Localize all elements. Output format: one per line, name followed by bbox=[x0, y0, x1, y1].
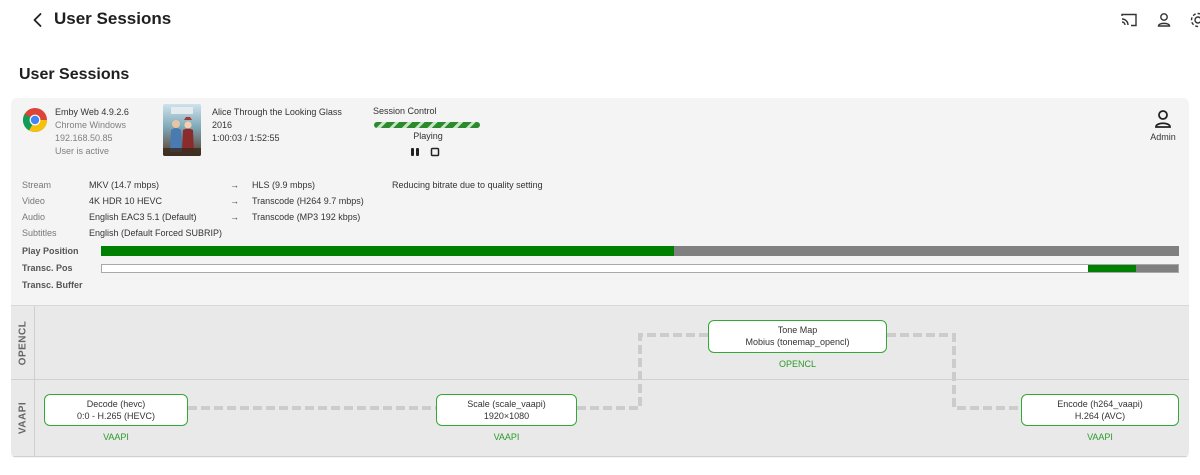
info-note: Reducing bitrate due to quality setting bbox=[392, 180, 543, 190]
media-title[interactable]: Alice Through the Looking Glass bbox=[212, 106, 342, 119]
info-source: MKV (14.7 mbps) bbox=[89, 180, 160, 190]
cast-icon[interactable] bbox=[1120, 11, 1138, 29]
arrow-right-icon: → bbox=[230, 212, 239, 222]
info-key: Audio bbox=[22, 212, 46, 222]
play-position-label: Play Position bbox=[22, 246, 79, 256]
node-title: Encode (h264_vaapi) bbox=[1057, 399, 1143, 409]
client-status: User is active bbox=[55, 146, 110, 156]
client-device: Chrome Windows bbox=[55, 120, 127, 130]
info-key: Subtitles bbox=[22, 228, 57, 238]
client-info: Emby Web 4.9.2.6 Chrome Windows 192.168.… bbox=[55, 106, 129, 158]
node-title: Tone Map bbox=[777, 325, 818, 335]
node-tag: VAAPI bbox=[103, 432, 129, 442]
info-key: Stream bbox=[22, 180, 52, 190]
node-detail: 0:0 - H.265 (HEVC) bbox=[76, 411, 156, 421]
user-name: Admin bbox=[1150, 132, 1176, 142]
info-source: English (Default Forced SUBRIP) bbox=[89, 228, 223, 238]
playback-state: Playing bbox=[413, 131, 443, 141]
back-arrow-icon[interactable] bbox=[28, 10, 48, 30]
pipeline-node-decode[interactable]: Decode (hevc) 0:0 - H.265 (HEVC) bbox=[44, 394, 188, 426]
play-position-bar[interactable] bbox=[101, 246, 1179, 256]
transcode-buffer-label: Transc. Buffer bbox=[22, 280, 83, 290]
node-title: Decode (hevc) bbox=[86, 399, 146, 409]
media-info: Alice Through the Looking Glass 2016 1:0… bbox=[212, 106, 342, 145]
node-title: Scale (scale_vaapi) bbox=[467, 399, 546, 409]
transcode-buffer-fill bbox=[1087, 265, 1137, 272]
info-target: Transcode (H264 9.7 mbps) bbox=[252, 196, 364, 206]
client-app: Emby Web 4.9.2.6 bbox=[55, 107, 129, 117]
arrow-right-icon: → bbox=[230, 196, 239, 206]
node-detail: H.264 (AVC) bbox=[1074, 411, 1126, 421]
media-poster[interactable] bbox=[163, 104, 201, 156]
session-control: Session Control Playing bbox=[373, 106, 483, 157]
info-target: Transcode (MP3 192 kbps) bbox=[252, 212, 361, 222]
info-source: English EAC3 5.1 (Default) bbox=[89, 212, 197, 222]
session-card: Emby Web 4.9.2.6 Chrome Windows 192.168.… bbox=[11, 98, 1189, 458]
transcode-position-label: Transc. Pos bbox=[22, 263, 73, 273]
media-year: 2016 bbox=[212, 120, 233, 130]
node-detail: 1920×1080 bbox=[483, 411, 530, 421]
node-tag: VAAPI bbox=[493, 432, 520, 442]
node-tag: OPENCL bbox=[778, 359, 816, 369]
page-title: User Sessions bbox=[54, 9, 172, 28]
stop-button[interactable] bbox=[429, 146, 441, 158]
info-key: Video bbox=[22, 196, 45, 206]
node-tag: VAAPI bbox=[1087, 432, 1113, 442]
pause-button[interactable] bbox=[409, 146, 421, 158]
user-badge[interactable]: Admin bbox=[1143, 108, 1183, 148]
session-control-label: Session Control bbox=[373, 106, 437, 116]
media-position: 1:00:03 / 1:52:55 bbox=[212, 133, 280, 143]
top-bar: User Sessions bbox=[0, 0, 1200, 40]
user-icon bbox=[1155, 110, 1171, 128]
chrome-icon bbox=[21, 106, 49, 134]
pipeline-node-scale[interactable]: Scale (scale_vaapi) 1920×1080 bbox=[436, 394, 577, 426]
arrow-right-icon: → bbox=[230, 180, 239, 190]
section-title: User Sessions bbox=[19, 66, 130, 83]
settings-icon[interactable] bbox=[1189, 11, 1200, 29]
play-position-fill bbox=[101, 246, 675, 256]
transcode-remaining-fill bbox=[1136, 265, 1178, 272]
pipeline-node-tonemap[interactable]: Tone Map Mobius (tonemap_opencl) bbox=[708, 320, 887, 353]
transcode-position-bar bbox=[101, 264, 1179, 273]
node-detail: Mobius (tonemap_opencl) bbox=[745, 337, 850, 347]
client-ip: 192.168.50.85 bbox=[55, 133, 113, 143]
info-source: 4K HDR 10 HEVC bbox=[89, 196, 163, 206]
user-icon[interactable] bbox=[1155, 11, 1173, 29]
pipeline-node-encode[interactable]: Encode (h264_vaapi) H.264 (AVC) bbox=[1021, 394, 1179, 426]
session-progress-bar bbox=[374, 122, 480, 128]
info-target: HLS (9.9 mbps) bbox=[252, 180, 316, 190]
